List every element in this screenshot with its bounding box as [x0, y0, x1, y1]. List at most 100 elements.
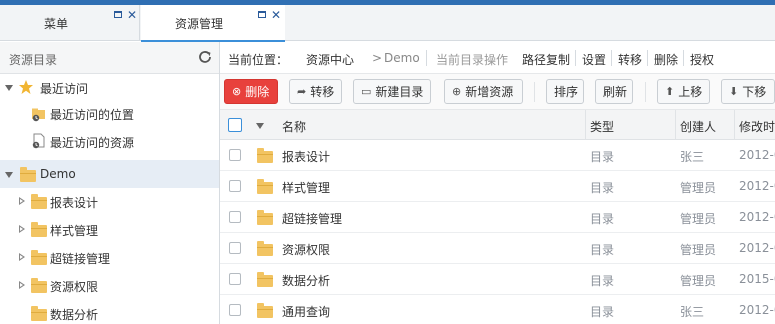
expand-arrow-icon[interactable]	[19, 253, 25, 261]
table-row[interactable]: 样式管理 目录 管理员 2012-0	[220, 171, 775, 202]
cell-name[interactable]: 超链接管理	[282, 210, 342, 227]
tab-resource-management[interactable]: 资源管理 ✕	[141, 5, 285, 42]
folder-icon	[31, 250, 47, 265]
table-row[interactable]: 报表设计 目录 张三 2012-0	[220, 140, 775, 171]
op-divider	[683, 50, 684, 66]
breadcrumb-divider	[426, 50, 427, 66]
tree-item-recent[interactable]: 最近访问	[0, 74, 219, 102]
move-button[interactable]: ➦ 转移	[289, 79, 342, 104]
row-checkbox[interactable]	[229, 304, 241, 316]
table-row[interactable]: 超链接管理 目录 管理员 2012-0	[220, 202, 775, 233]
new-resource-button[interactable]: ⊕ 新增资源	[444, 79, 523, 104]
tree-item-label: 数据分析	[50, 308, 99, 322]
column-header-modified[interactable]: 修改时	[739, 118, 775, 135]
folder-icon	[257, 272, 273, 287]
folder-icon	[31, 222, 47, 237]
folder-icon	[20, 167, 36, 182]
cell-name[interactable]: 报表设计	[282, 148, 330, 165]
add-circle-icon: ⊕	[452, 85, 462, 98]
row-checkbox[interactable]	[229, 242, 241, 254]
tab-menu[interactable]: 菜单 ✕	[0, 5, 140, 41]
row-checkbox[interactable]	[229, 211, 241, 223]
cell-type: 目录	[590, 274, 615, 288]
tree-item-report-design[interactable]: 报表设计	[0, 187, 219, 215]
tree-item-recent-resources[interactable]: 最近访问的资源	[0, 128, 219, 156]
maximize-icon[interactable]	[114, 11, 122, 21]
folder-icon	[257, 148, 273, 163]
tree-item-label: 超链接管理	[50, 252, 111, 266]
new-directory-button[interactable]: ▭ 新建目录	[353, 79, 431, 104]
folder-icon	[257, 241, 273, 256]
delete-circle-icon: ⊗	[232, 85, 242, 98]
column-divider[interactable]	[585, 110, 586, 140]
breadcrumb-item-resource-center[interactable]: 资源中心	[306, 51, 354, 68]
tree-item-hyperlink-management[interactable]: 超链接管理	[0, 243, 219, 271]
cell-creator: 管理员	[680, 181, 717, 195]
current-dir-ops-label: 当前目录操作	[436, 53, 509, 67]
cell-type: 目录	[590, 305, 615, 319]
column-divider[interactable]	[675, 110, 676, 140]
op-copy-path[interactable]: 路径复制	[522, 51, 570, 68]
column-header-creator[interactable]: 创建人	[680, 118, 716, 135]
cell-name[interactable]: 资源权限	[282, 241, 330, 258]
column-menu-icon[interactable]	[256, 123, 264, 129]
tree-item-demo[interactable]: Demo	[0, 160, 219, 188]
tree-item-label: 最近访问	[40, 82, 89, 96]
folder-icon	[31, 278, 47, 293]
op-delete[interactable]: 删除	[654, 51, 678, 68]
refresh-button[interactable]: 刷新	[595, 79, 633, 104]
move-arrow-icon: ➦	[297, 85, 307, 98]
expand-arrow-icon[interactable]	[19, 281, 25, 289]
tree-item-style-management[interactable]: 样式管理	[0, 215, 219, 243]
table-row[interactable]: 通用查询 目录 张三 2012-0	[220, 295, 775, 324]
delete-button[interactable]: ⊗ 删除	[224, 79, 278, 104]
op-move[interactable]: 转移	[618, 51, 642, 68]
breadcrumb: 当前位置： 资源中心 > Demo 当前目录操作 路径复制 设置 转移 删除 授…	[220, 42, 775, 74]
column-divider[interactable]	[734, 110, 735, 140]
expand-arrow-icon[interactable]	[19, 197, 25, 205]
row-checkbox[interactable]	[229, 149, 241, 161]
folder-icon	[31, 306, 47, 321]
tree-item-recent-locations[interactable]: 最近访问的位置	[0, 100, 219, 128]
table-row[interactable]: 资源权限 目录 管理员 2012-0	[220, 233, 775, 264]
close-icon[interactable]: ✕	[127, 9, 137, 21]
row-checkbox[interactable]	[229, 180, 241, 192]
column-header-type[interactable]: 类型	[590, 118, 614, 135]
arrow-up-icon: ⬆	[665, 85, 675, 98]
move-down-button[interactable]: ⬇ 下移	[721, 79, 775, 104]
row-checkbox[interactable]	[229, 273, 241, 285]
sort-button[interactable]: 排序	[546, 79, 584, 104]
table-row[interactable]: 数据分析 目录 管理员 2015-0	[220, 264, 775, 295]
move-up-button[interactable]: ⬆ 上移	[657, 79, 710, 104]
op-divider	[575, 50, 576, 66]
breadcrumb-separator: >	[372, 51, 383, 65]
left-panel-header: 资源目录	[0, 42, 219, 74]
op-settings[interactable]: 设置	[582, 51, 606, 68]
cell-name[interactable]: 样式管理	[282, 179, 330, 196]
tab-resource-label: 资源管理	[175, 17, 224, 31]
close-icon[interactable]: ✕	[271, 9, 281, 21]
cell-modified: 2012-0	[739, 210, 775, 224]
cell-type: 目录	[590, 243, 615, 257]
delete-button-label: 删除	[245, 85, 270, 99]
collapse-arrow-icon[interactable]	[5, 85, 13, 91]
select-all-checkbox[interactable]	[228, 118, 242, 132]
column-header-name[interactable]: 名称	[282, 118, 306, 135]
tree-item-resource-permission[interactable]: 资源权限	[0, 271, 219, 299]
sort-button-label: 排序	[554, 85, 579, 99]
breadcrumb-prefix: 当前位置：	[228, 53, 289, 67]
breadcrumb-item-demo[interactable]: Demo	[384, 51, 420, 65]
op-authorize[interactable]: 授权	[690, 51, 714, 68]
recent-document-icon	[32, 133, 45, 149]
refresh-icon[interactable]	[197, 49, 213, 65]
tree-item-label: 样式管理	[50, 224, 99, 238]
cell-modified: 2012-0	[739, 148, 775, 162]
tree-item-data-analysis[interactable]: 数据分析	[0, 299, 219, 324]
move-up-label: 上移	[678, 85, 703, 99]
cell-creator: 张三	[680, 150, 705, 164]
collapse-arrow-icon[interactable]	[5, 172, 13, 178]
cell-name[interactable]: 通用查询	[282, 303, 330, 320]
expand-arrow-icon[interactable]	[19, 225, 25, 233]
cell-name[interactable]: 数据分析	[282, 272, 330, 289]
maximize-icon[interactable]	[258, 11, 266, 21]
